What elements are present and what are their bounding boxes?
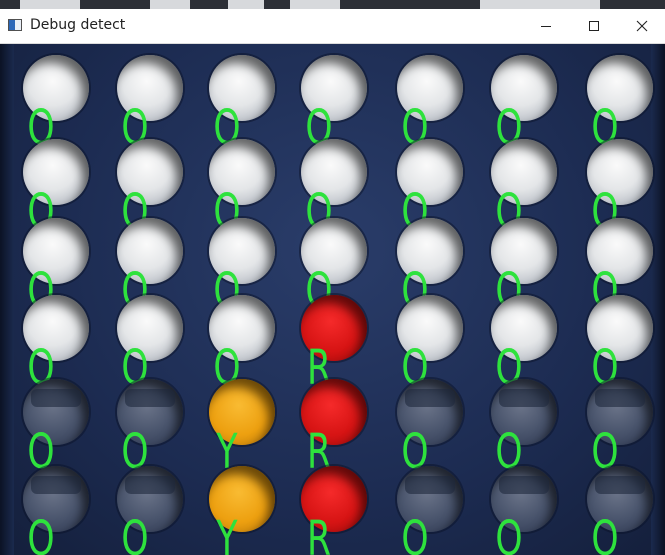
board-cell-r4-c1 (23, 295, 89, 361)
board-cell-r4-c7 (587, 295, 653, 361)
board-cell-r5-c7 (587, 379, 653, 445)
board-cell-r3-c2 (117, 218, 183, 284)
board-cell-r2-c1 (23, 139, 89, 205)
board-cell-r6-c4 (301, 466, 367, 532)
board-cell-r4-c2 (117, 295, 183, 361)
board-cell-r2-c5 (397, 139, 463, 205)
board-cell-r4-c5 (397, 295, 463, 361)
board-cell-r5-c5 (397, 379, 463, 445)
board-cell-r6-c5 (397, 466, 463, 532)
minimize-icon (541, 26, 551, 27)
board-cell-r6-c3 (209, 466, 275, 532)
board-cell-r2-c2 (117, 139, 183, 205)
desktop-fragment (20, 0, 80, 9)
maximize-icon (589, 21, 599, 31)
close-icon (636, 20, 648, 32)
board-cell-r2-c4 (301, 139, 367, 205)
board-cell-r5-c6 (491, 379, 557, 445)
board-cell-r5-c1 (23, 379, 89, 445)
board-cell-r4-c3 (209, 295, 275, 361)
board-cell-r2-c7 (587, 139, 653, 205)
board-cell-r4-c6 (491, 295, 557, 361)
board-cell-r3-c6 (491, 218, 557, 284)
board-cell-r3-c7 (587, 218, 653, 284)
desktop-background-strip (0, 0, 665, 9)
board-cell-r6-c2 (117, 466, 183, 532)
board-frame-right (651, 44, 665, 555)
board-cell-r1-c3 (209, 55, 275, 121)
board-cell-r1-c4 (301, 55, 367, 121)
maximize-button[interactable] (571, 9, 617, 43)
title-bar[interactable]: Debug detect (0, 9, 665, 44)
desktop-fragment (290, 0, 340, 9)
board-cell-r2-c6 (491, 139, 557, 205)
desktop-fragment (228, 0, 264, 9)
board-cell-r5-c2 (117, 379, 183, 445)
board-cell-r3-c1 (23, 218, 89, 284)
board-cell-r1-c5 (397, 55, 463, 121)
board-cell-r1-c7 (587, 55, 653, 121)
minimize-button[interactable] (523, 9, 569, 43)
board-cell-r5-c4 (301, 379, 367, 445)
board-cell-r6-c7 (587, 466, 653, 532)
desktop-fragment (480, 0, 600, 9)
board-cell-r4-c4 (301, 295, 367, 361)
board-cell-r3-c4 (301, 218, 367, 284)
board-cell-r3-c5 (397, 218, 463, 284)
board-cell-r1-c1 (23, 55, 89, 121)
board-frame-left (0, 44, 14, 555)
app-window-icon (8, 19, 22, 31)
board-cell-r2-c3 (209, 139, 275, 205)
board-image: OOOOOOOOOOOOOOOOOOOOOOOOROOOOOYROOOOOYRO… (0, 44, 665, 555)
board-cell-r6-c6 (491, 466, 557, 532)
board-cell-r5-c3 (209, 379, 275, 445)
window-title: Debug detect (30, 17, 126, 33)
debug-detect-window: Debug detect OOOOOOOOOOOOOOOOOOOOOOOOROO… (0, 0, 665, 555)
close-button[interactable] (619, 9, 665, 43)
board-cell-r3-c3 (209, 218, 275, 284)
desktop-fragment (150, 0, 190, 9)
board-cell-r1-c6 (491, 55, 557, 121)
board-cell-r6-c1 (23, 466, 89, 532)
board-cell-r1-c2 (117, 55, 183, 121)
